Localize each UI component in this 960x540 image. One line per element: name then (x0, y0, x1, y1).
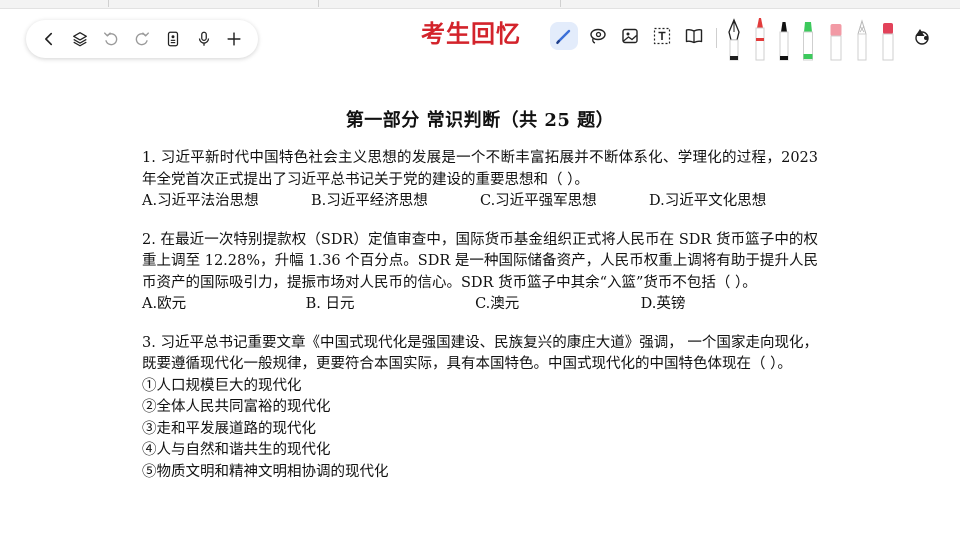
question-2-options: A.欧元 B. 日元 C.澳元 D.英镑 (142, 294, 818, 316)
option-b: B. 日元 (305, 296, 355, 312)
undo-icon (104, 32, 118, 46)
plus-icon (227, 32, 242, 46)
pencil-icon[interactable] (852, 18, 872, 64)
reader-tool-button[interactable] (680, 22, 708, 50)
option-b: B.习近平经济思想 (311, 193, 428, 209)
image-icon (622, 28, 638, 44)
black-marker-icon[interactable] (774, 18, 794, 64)
question-1-text: 1. 习近平新时代中国特色社会主义思想的发展是一个不断丰富拓展并不断体系化、学理… (142, 150, 818, 188)
list-item: ⑤物质文明和精神文明相协调的现代化 (142, 463, 389, 480)
pen-tool-button[interactable] (550, 22, 578, 50)
redo-button[interactable] (129, 26, 155, 52)
voice-record-button[interactable] (191, 26, 217, 52)
pink-eraser-icon[interactable] (826, 18, 846, 64)
drawing-toolbar (548, 18, 948, 62)
undo-button[interactable] (98, 26, 124, 52)
back-button[interactable] (36, 26, 62, 52)
chevron-left-icon (45, 32, 53, 46)
handwritten-note: 考生回忆 (421, 20, 521, 48)
toolbar-divider (716, 28, 717, 48)
red-eraser-icon[interactable] (878, 18, 898, 64)
text-box-tool-button[interactable] (648, 22, 676, 50)
option-a: A.欧元 (142, 296, 187, 312)
page-edge-mark (318, 0, 319, 7)
question-3-text: 3. 习近平总书记重要文章《中国式现代化是强国建设、民族复兴的康庄大道》强调， … (142, 334, 818, 373)
shapes-tool-button[interactable] (908, 22, 936, 50)
navigation-toolbar (26, 20, 258, 58)
section-title: 第一部分 常识判断（共 25 题） (345, 110, 615, 131)
green-highlighter-icon[interactable] (798, 18, 818, 64)
image-tool-button[interactable] (616, 22, 644, 50)
lasso-icon (590, 28, 606, 44)
option-d: D.英镑 (640, 296, 686, 312)
pen-icon (556, 29, 571, 44)
list-item: ②全体人民共同富裕的现代化 (142, 399, 331, 415)
lasso-tool-button[interactable] (584, 22, 612, 50)
option-a: A.习近平法治思想 (142, 193, 259, 209)
add-page-button[interactable] (221, 26, 247, 52)
document-page: 第一部分 常识判断（共 25 题） 1. 习近平新时代中国特色社会主义思想的发展… (142, 108, 818, 483)
layers-icon (73, 32, 88, 47)
redo-icon (135, 32, 149, 46)
page-edge-mark (560, 0, 561, 7)
fountain-pen-icon[interactable] (724, 18, 744, 64)
layers-button[interactable] (67, 26, 93, 52)
book-icon (685, 28, 703, 44)
page-edge-mark (108, 0, 109, 7)
option-c: C.习近平强军思想 (480, 193, 597, 209)
shapes-icon (915, 29, 929, 45)
option-d: D.习近平文化思想 (649, 193, 767, 209)
list-item: ①人口规模巨大的现代化 (142, 377, 302, 394)
option-c: C.澳元 (475, 296, 520, 312)
page-template-button[interactable] (160, 26, 186, 52)
text-box-icon (653, 27, 671, 45)
question-2-text: 2. 在最近一次特别提款权（SDR）定值审查中，国际货币基金组织正式将人民币在 … (142, 231, 818, 291)
question-1-options: A.习近平法治思想 B.习近平经济思想 C.习近平强军思想 D.习近平文化思想 (142, 191, 818, 213)
red-pen-icon[interactable] (750, 18, 770, 64)
previous-page-edge (0, 0, 960, 9)
list-item: ③走和平发展道路的现代化 (142, 420, 316, 437)
microphone-icon (198, 31, 209, 46)
list-item: ④人与自然和谐共生的现代化 (142, 442, 331, 458)
document-icon (167, 31, 178, 47)
